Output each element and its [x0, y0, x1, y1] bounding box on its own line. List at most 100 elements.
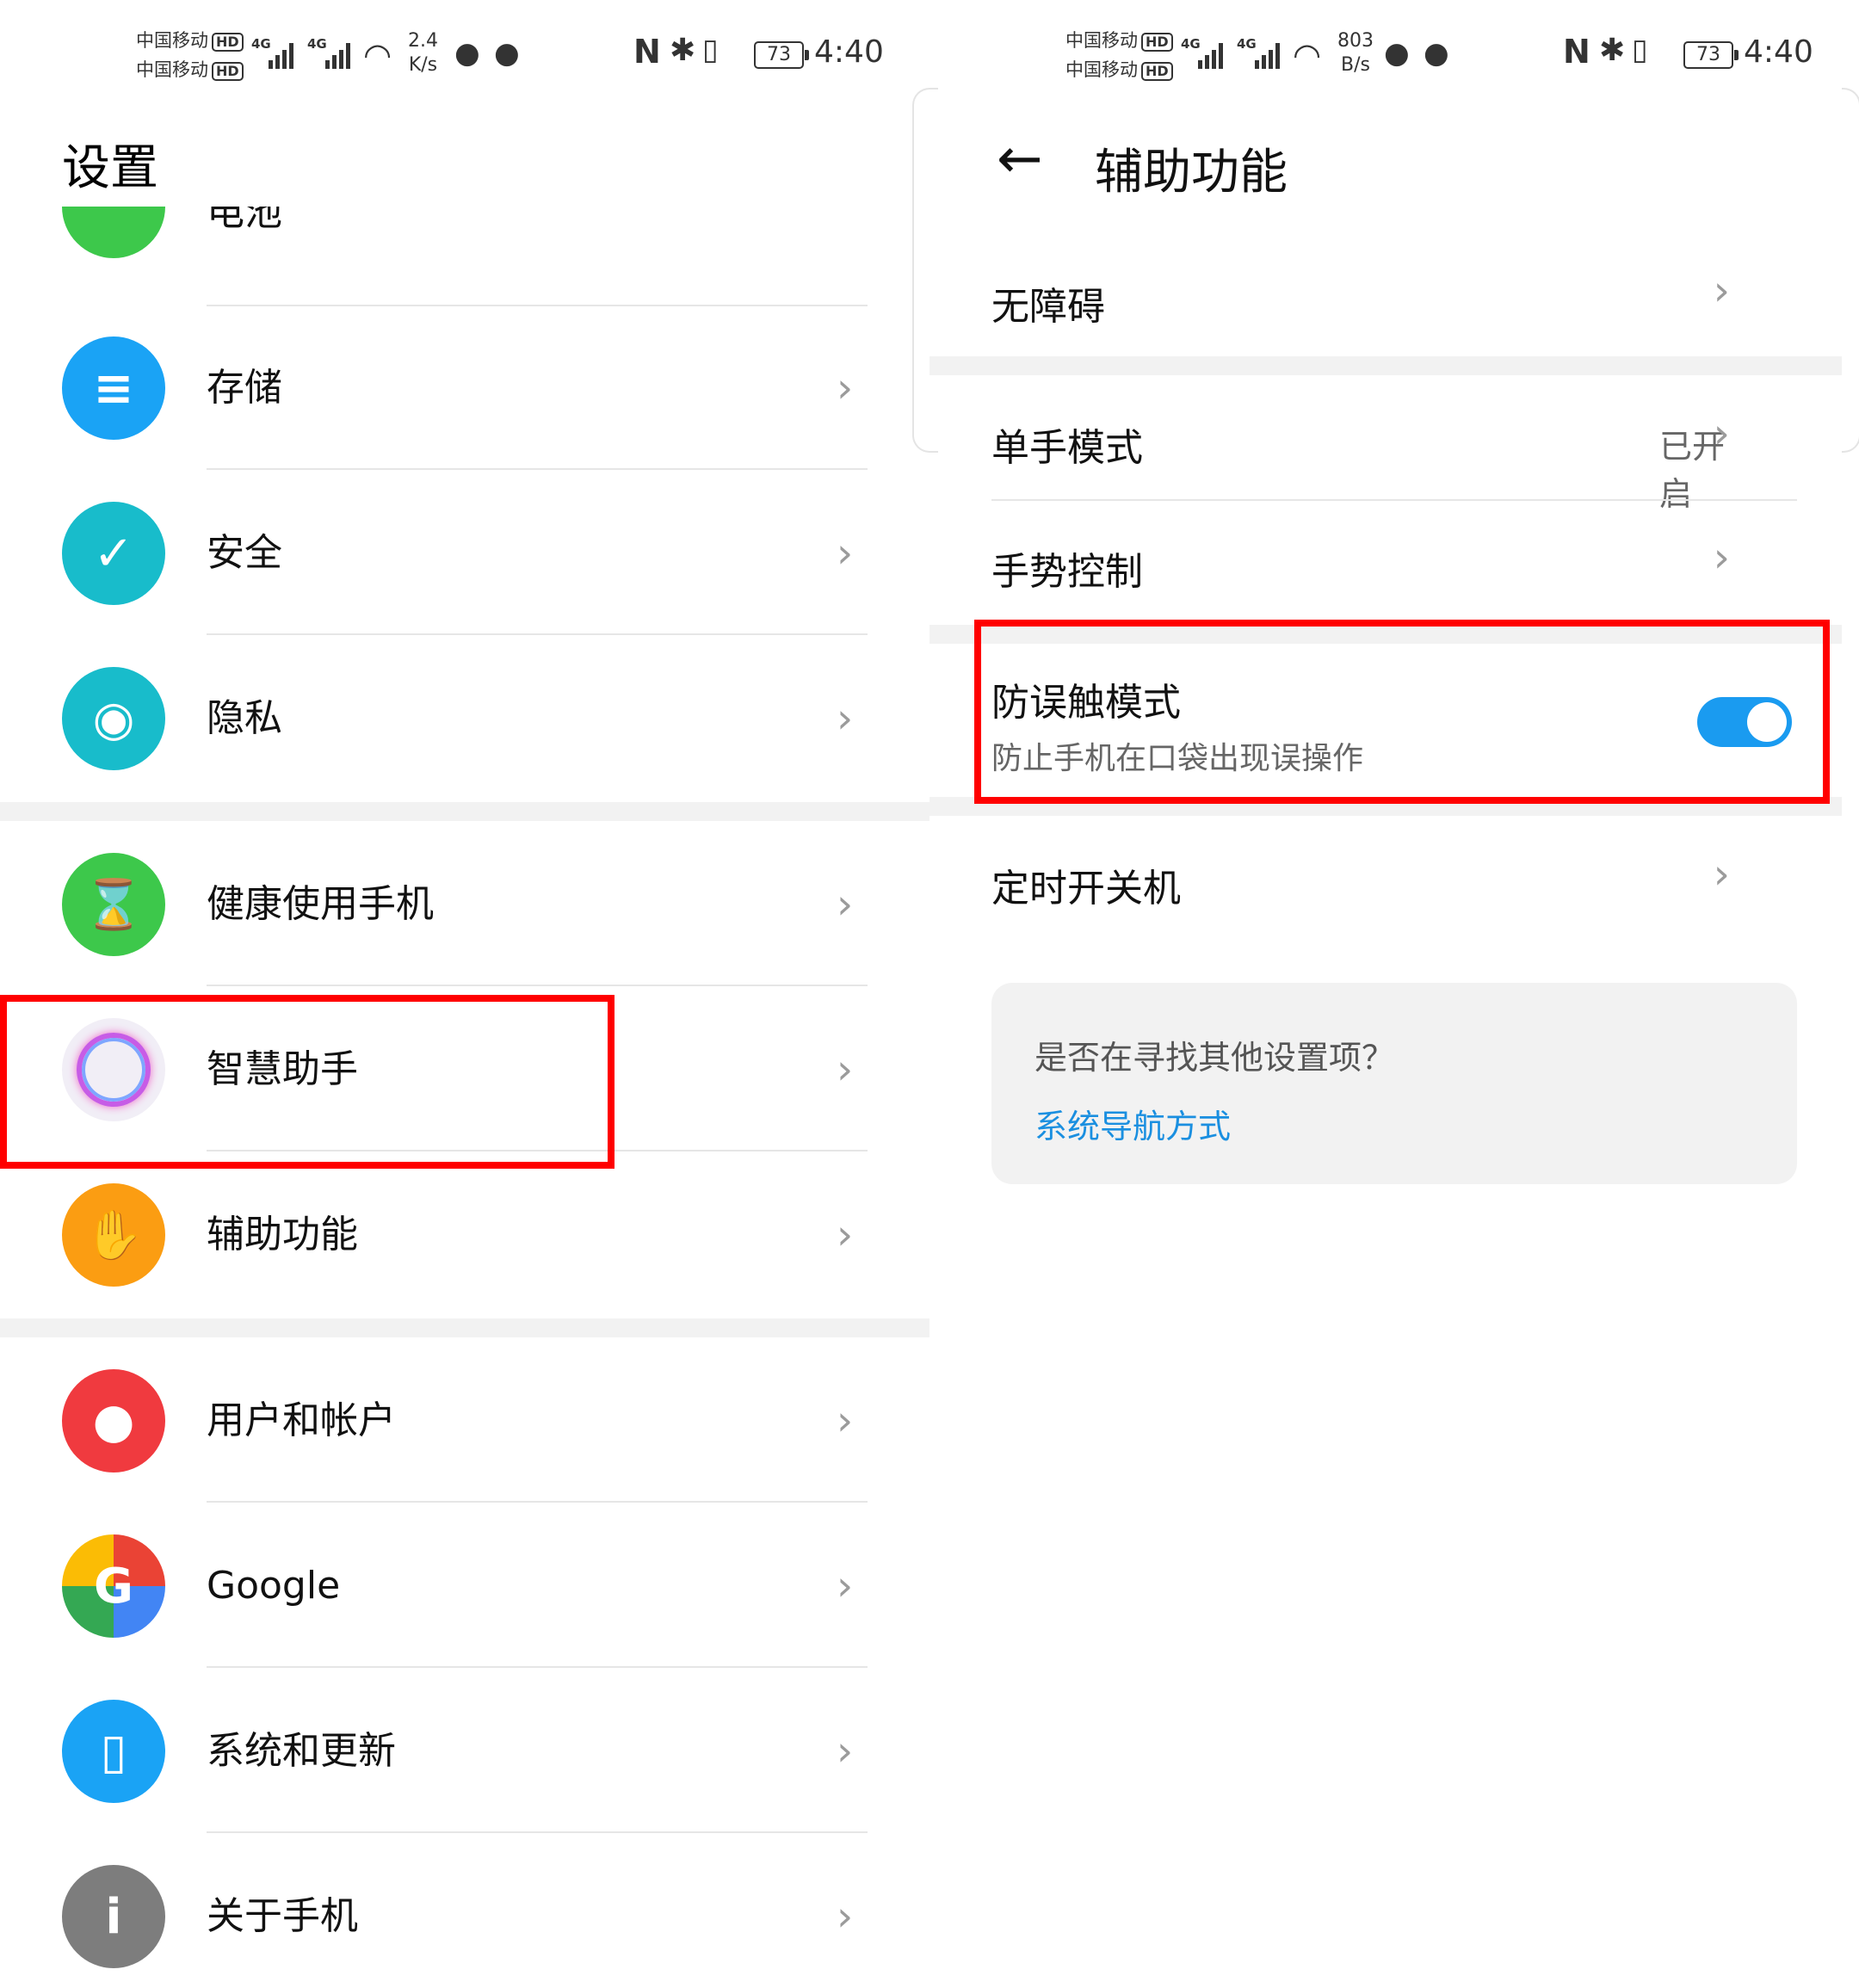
clock: 4:40 [1744, 34, 1813, 70]
settings-item-users[interactable]: ● 用户和帐户 › [0, 1339, 930, 1503]
about-phone-icon: i [62, 1865, 165, 1968]
privacy-shield-icon: ◉ [62, 667, 165, 770]
chevron-right-icon: › [1713, 534, 1730, 582]
wechat-icon: ● [1384, 36, 1410, 71]
hourglass-icon: ⌛ [62, 853, 165, 956]
scheduled-power-item[interactable]: 定时开关机 › [921, 816, 1730, 945]
chevron-right-icon: › [1713, 410, 1730, 458]
chevron-right-icon: › [837, 695, 854, 743]
hd-badge: HD [1141, 33, 1173, 52]
section-gap [0, 1318, 930, 1337]
carrier-2: 中国移动 [1065, 59, 1138, 80]
network-type-2: 4G [1237, 36, 1257, 52]
page-title: 设置 [62, 140, 158, 196]
back-arrow-icon[interactable]: ← [997, 127, 1043, 191]
wifi-icon: ◠ [363, 36, 392, 74]
battery-icon [62, 207, 165, 258]
settings-item-about-phone[interactable]: i 关于手机 › [0, 1835, 930, 1988]
list-item-label: 用户和帐户 [207, 1398, 396, 1442]
chevron-right-icon: › [837, 1211, 854, 1259]
hd-badge: HD [1141, 62, 1173, 81]
carrier-info: 中国移动 HD 中国移动 HD [136, 26, 244, 84]
list-item-label: 隐私 [207, 696, 282, 740]
settings-item-storage[interactable]: ≡ 存储 › [0, 306, 930, 470]
divider [207, 1831, 868, 1833]
nfc-icon: N [1563, 33, 1590, 71]
list-item-label: Google [207, 1564, 341, 1608]
chevron-right-icon: › [837, 1397, 854, 1445]
wifi-icon: ◠ [1293, 36, 1322, 74]
section-gap [0, 802, 930, 821]
settings-item-google[interactable]: G Google › [0, 1504, 930, 1668]
list-item-label: 存储 [207, 366, 282, 410]
chevron-right-icon: › [1713, 267, 1730, 315]
one-hand-mode-item[interactable]: 单手模式 已开启 › [921, 375, 1730, 513]
chevron-right-icon: › [837, 1562, 854, 1610]
list-item-label: 手势控制 [991, 550, 1143, 594]
chevron-right-icon: › [837, 364, 854, 412]
chevron-right-icon: › [837, 1892, 854, 1941]
settings-item-accessibility[interactable]: ✋ 辅助功能 › [0, 1153, 930, 1317]
message-icon: ● [494, 36, 520, 71]
suggestion-card: 是否在寻找其他设置项？ 系统导航方式 [991, 983, 1797, 1184]
section-gap [930, 356, 1842, 375]
card-edge [1842, 88, 1859, 453]
divider [207, 1666, 868, 1668]
network-speed: 2.4 K/s [408, 30, 438, 76]
accessibility-item[interactable]: 无障碍 › [921, 250, 1730, 361]
list-item-label: 安全 [207, 531, 282, 575]
status-bar: 中国移动 HD 中国移动 HD 4G 4G ◠ 2.4 K/s ● ● N ✱ ▯ 7… [0, 21, 930, 90]
divider [207, 1501, 868, 1503]
chevron-right-icon: › [837, 880, 854, 929]
storage-icon: ≡ [62, 336, 165, 440]
divider [207, 633, 868, 635]
highlight-box [0, 995, 615, 1169]
network-type-2: 4G [307, 36, 327, 52]
vibrate-icon: ▯ [1632, 33, 1648, 67]
hd-badge: HD [212, 62, 244, 81]
list-item-label: 系统和更新 [207, 1729, 396, 1773]
nfc-icon: N [633, 33, 661, 71]
carrier-1: 中国移动 [136, 30, 208, 51]
settings-item-security[interactable]: ✓ 安全 › [0, 472, 930, 635]
suggestion-question: 是否在寻找其他设置项？ [1034, 1039, 1395, 1077]
hand-icon: ✋ [62, 1183, 165, 1287]
carrier-2: 中国移动 [136, 59, 208, 80]
vibrate-icon: ▯ [702, 33, 719, 67]
battery-indicator: 73 [754, 41, 809, 69]
settings-item-privacy[interactable]: ◉ 隐私 › [0, 637, 930, 800]
status-bar: 中国移动 HD 中国移动 HD 4G 4G ◠ 803 B/s ● ● N ✱ ▯ 7… [930, 21, 1859, 90]
chevron-right-icon: › [1713, 850, 1730, 898]
list-item-label: 辅助功能 [207, 1213, 358, 1256]
list-item-partial[interactable]: 电池 [0, 207, 930, 306]
divider [207, 985, 868, 986]
chevron-right-icon: › [837, 1046, 854, 1094]
chevron-right-icon: › [837, 529, 854, 577]
google-icon: G [62, 1534, 165, 1638]
list-item-label: 电池 [207, 207, 282, 234]
settings-item-digital-balance[interactable]: ⌛ 健康使用手机 › [0, 823, 930, 986]
settings-item-system-update[interactable]: ▯ 系统和更新 › [0, 1670, 930, 1833]
settings-screen: 中国移动 HD 中国移动 HD 4G 4G ◠ 2.4 K/s ● ● N ✱ ▯ 7… [0, 0, 930, 1988]
clock: 4:40 [814, 34, 884, 70]
highlight-box [974, 620, 1830, 804]
hd-badge: HD [212, 33, 244, 52]
signal-bars-icon [269, 38, 300, 69]
gesture-control-item[interactable]: 手势控制 › [921, 501, 1730, 623]
battery-indicator: 73 [1683, 41, 1739, 69]
network-speed: 803 B/s [1337, 30, 1374, 76]
signal-bars-icon [1198, 38, 1229, 69]
page-title: 辅助功能 [1095, 145, 1288, 201]
bluetooth-icon: ✱ [670, 33, 696, 68]
list-item-label: 健康使用手机 [207, 882, 434, 926]
message-icon: ● [1424, 36, 1449, 71]
chevron-right-icon: › [837, 1727, 854, 1775]
list-item-label: 单手模式 [991, 426, 1143, 470]
system-navigation-link[interactable]: 系统导航方式 [1034, 1100, 1231, 1147]
bluetooth-icon: ✱ [1599, 33, 1626, 68]
wechat-icon: ● [454, 36, 480, 71]
signal-bars-icon [325, 38, 356, 69]
list-item-label: 关于手机 [207, 1894, 358, 1938]
user-icon: ● [62, 1369, 165, 1472]
signal-bars-icon [1255, 38, 1286, 69]
